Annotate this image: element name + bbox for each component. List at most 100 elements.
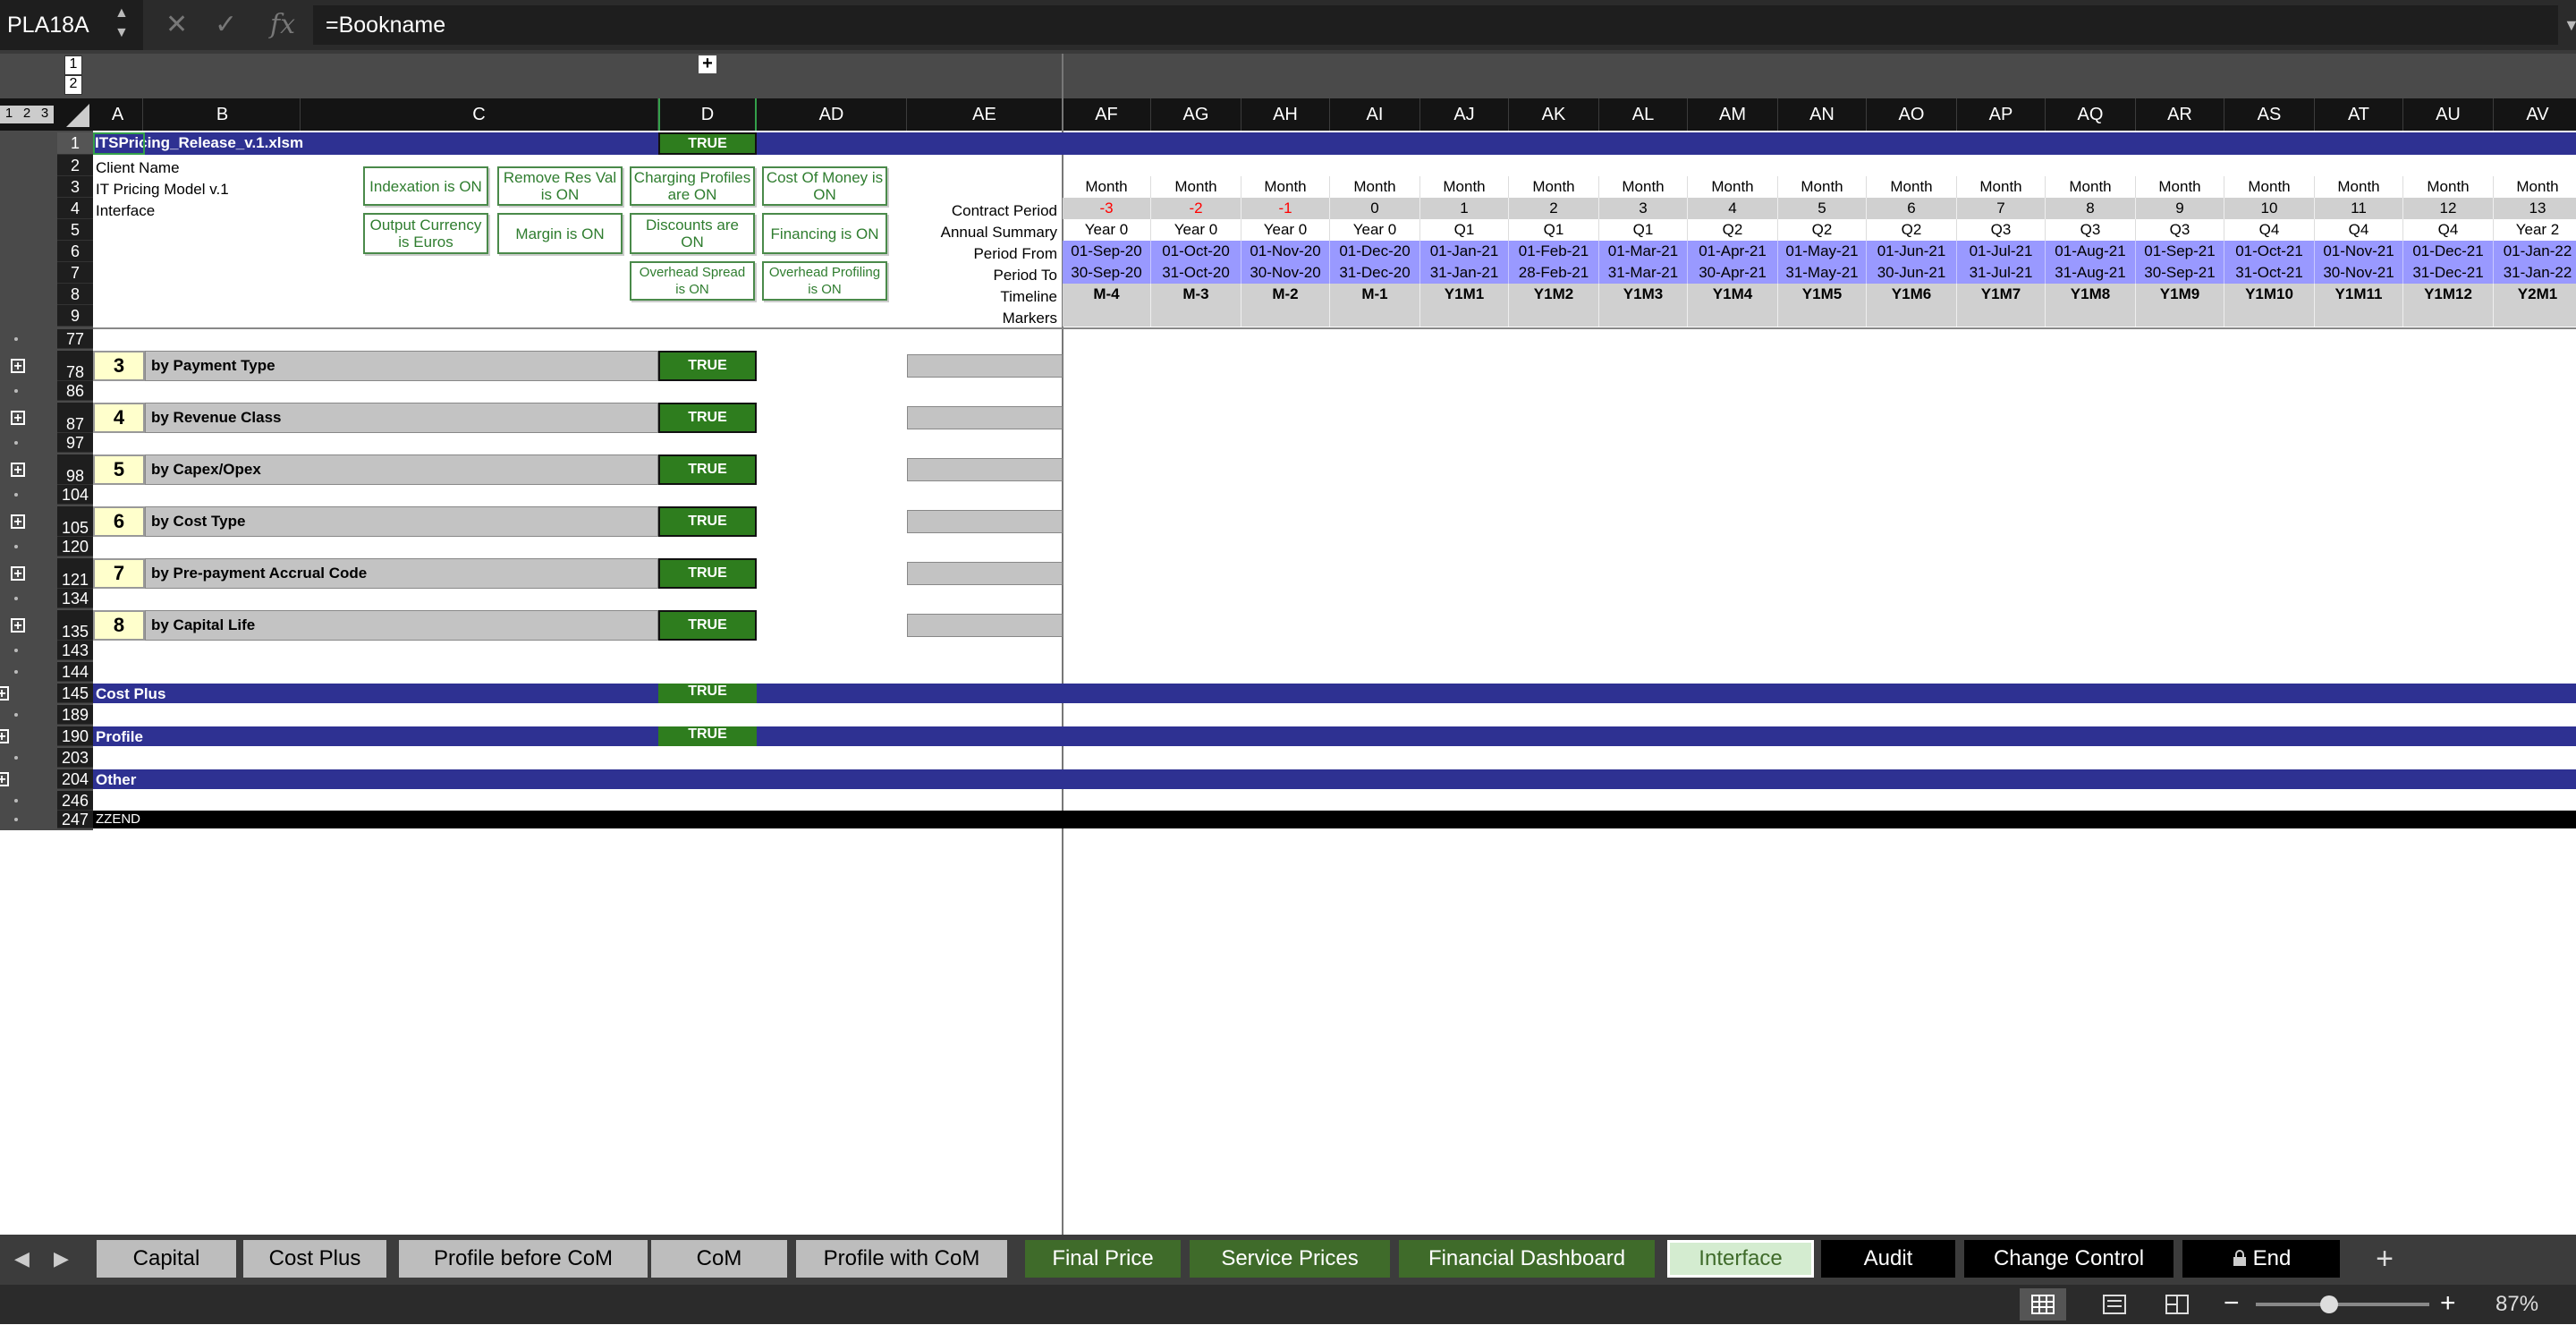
row-header-190[interactable]: 190 <box>57 726 93 746</box>
section-ae-cell[interactable] <box>907 458 1063 481</box>
timeline-cell[interactable]: Y1M5 <box>1778 284 1867 305</box>
section-label-cell[interactable]: by Capex/Opex <box>145 454 658 485</box>
column-header-ae[interactable]: AE <box>907 98 1063 131</box>
sheet-tab-final-price[interactable]: Final Price <box>1025 1240 1181 1278</box>
output-currency-toggle-button[interactable]: Output Currency is Euros <box>363 213 488 254</box>
period-to-cell[interactable]: 30-Sep-21 <box>2136 262 2224 284</box>
sheet-tab-financial-dashboard[interactable]: Financial Dashboard <box>1399 1240 1655 1278</box>
timeline-unit-cell[interactable]: Month <box>1420 176 1509 198</box>
column-header-am[interactable]: AM <box>1688 98 1778 131</box>
period-to-cell[interactable]: 31-Dec-20 <box>1330 262 1420 284</box>
section-ae-cell[interactable] <box>907 562 1063 585</box>
annual-summary-cell[interactable]: Q3 <box>2046 219 2136 241</box>
column-header-ap[interactable]: AP <box>1957 98 2046 131</box>
title-true-cell[interactable]: TRUE <box>658 132 757 155</box>
timeline-unit-cell[interactable]: Month <box>2224 176 2315 198</box>
row-outline-level-3[interactable]: 3 <box>36 106 54 123</box>
column-header-at[interactable]: AT <box>2315 98 2403 131</box>
period-from-cell[interactable]: 01-May-21 <box>1778 241 1867 262</box>
marker-cell[interactable] <box>1957 305 2046 327</box>
zoom-out-button[interactable]: − <box>2224 1288 2240 1319</box>
section-number-cell[interactable]: 3 <box>93 351 145 381</box>
period-to-cell[interactable]: 31-Oct-20 <box>1151 262 1241 284</box>
row-header-121[interactable]: 121 <box>57 558 93 589</box>
expand-group-icon[interactable]: + <box>11 411 25 426</box>
expand-formula-icon[interactable]: ▼ <box>2563 16 2576 35</box>
overhead-profiling-toggle-button[interactable]: Overhead Profiling is ON <box>762 261 887 301</box>
sheet-tab-capital[interactable]: Capital <box>97 1240 236 1278</box>
section-label-cell[interactable]: by Revenue Class <box>145 403 658 433</box>
section-ae-cell[interactable] <box>907 406 1063 429</box>
marker-cell[interactable] <box>1420 305 1509 327</box>
row-header-86[interactable]: 86 <box>57 381 93 401</box>
timeline-unit-cell[interactable]: Month <box>2315 176 2403 198</box>
annual-summary-cell[interactable]: Year 0 <box>1151 219 1241 241</box>
section-label-cell[interactable]: by Cost Type <box>145 506 658 537</box>
remove-res-val-toggle-button[interactable]: Remove Res Val is ON <box>497 166 623 206</box>
charging-profiles-toggle-button[interactable]: Charging Profiles are ON <box>630 166 755 206</box>
period-from-cell[interactable]: 01-Aug-21 <box>2046 241 2136 262</box>
expand-group-icon[interactable]: + <box>11 566 25 582</box>
period-from-cell[interactable]: 01-Oct-21 <box>2224 241 2315 262</box>
page-break-view-button[interactable] <box>2156 1288 2199 1321</box>
section-true-cell[interactable]: TRUE <box>658 610 757 641</box>
column-header-af[interactable]: AF <box>1063 98 1151 131</box>
period-to-label[interactable]: Period To <box>907 267 1057 285</box>
contract-period-cell[interactable]: -1 <box>1241 198 1330 219</box>
timeline-cell[interactable]: M-2 <box>1241 284 1330 305</box>
row-header-9[interactable]: 9 <box>57 305 93 327</box>
section-true-cell[interactable]: TRUE <box>658 506 757 537</box>
timeline-cell[interactable]: Y1M12 <box>2403 284 2494 305</box>
column-header-a[interactable]: A <box>93 98 143 131</box>
column-header-aq[interactable]: AQ <box>2046 98 2136 131</box>
section-number-cell[interactable]: 4 <box>93 403 145 433</box>
sheet-tab-profile-before-com[interactable]: Profile before CoM <box>399 1240 648 1278</box>
section-label-cell[interactable]: by Pre-payment Accrual Code <box>145 558 658 589</box>
timeline-cell[interactable]: M-3 <box>1151 284 1241 305</box>
row-header-78[interactable]: 78 <box>57 351 93 381</box>
period-to-cell[interactable]: 30-Apr-21 <box>1688 262 1778 284</box>
sheet-tab-interface[interactable]: Interface <box>1667 1240 1814 1278</box>
profile-label[interactable]: Profile <box>96 728 143 746</box>
sheet-tab-end[interactable]: End <box>2182 1240 2340 1278</box>
timeline-cell[interactable]: M-1 <box>1330 284 1420 305</box>
row-header-145[interactable]: 145 <box>57 684 93 703</box>
expand-group-icon[interactable]: + <box>11 359 25 374</box>
period-from-label[interactable]: Period From <box>907 245 1057 263</box>
period-to-cell[interactable]: 31-Aug-21 <box>2046 262 2136 284</box>
select-all-corner[interactable] <box>57 98 93 131</box>
tab-scroll-left-icon[interactable]: ◀ <box>14 1247 30 1270</box>
marker-cell[interactable] <box>2046 305 2136 327</box>
contract-period-cell[interactable]: 4 <box>1688 198 1778 219</box>
row-header-143[interactable]: 143 <box>57 641 93 660</box>
contract-period-cell[interactable]: 11 <box>2315 198 2403 219</box>
timeline-unit-cell[interactable]: Month <box>1867 176 1957 198</box>
cost-of-money-toggle-button[interactable]: Cost Of Money is ON <box>762 166 887 206</box>
section-number-cell[interactable]: 6 <box>93 506 145 537</box>
annual-summary-cell[interactable]: Q1 <box>1420 219 1509 241</box>
column-header-d[interactable]: D <box>658 98 757 131</box>
financing-toggle-button[interactable]: Financing is ON <box>762 213 887 254</box>
contract-period-cell[interactable]: 3 <box>1599 198 1688 219</box>
timeline-cell[interactable]: Y1M4 <box>1688 284 1778 305</box>
expand-group-icon[interactable]: + <box>0 729 9 744</box>
row-header-6[interactable]: 6 <box>57 241 93 262</box>
sheet-tab-profile-with-com[interactable]: Profile with CoM <box>796 1240 1007 1278</box>
row-header-144[interactable]: 144 <box>57 662 93 682</box>
row-header-3[interactable]: 3 <box>57 176 93 198</box>
expand-group-icon[interactable]: + <box>0 772 9 787</box>
fx-icon[interactable]: fx <box>270 0 295 50</box>
period-to-cell[interactable]: 30-Jun-21 <box>1867 262 1957 284</box>
column-header-ar[interactable]: AR <box>2136 98 2224 131</box>
annual-summary-cell[interactable]: Q4 <box>2315 219 2403 241</box>
period-from-cell[interactable]: 01-Jun-21 <box>1867 241 1957 262</box>
section-label-cell[interactable]: by Payment Type <box>145 351 658 381</box>
cancel-icon[interactable]: ✕ <box>165 0 188 50</box>
section-true-cell[interactable]: TRUE <box>658 351 757 381</box>
contract-period-cell[interactable]: 10 <box>2224 198 2315 219</box>
timeline-cell[interactable]: Y1M7 <box>1957 284 2046 305</box>
column-header-aj[interactable]: AJ <box>1420 98 1509 131</box>
column-header-av[interactable]: AV <box>2494 98 2576 131</box>
column-header-b[interactable]: B <box>145 98 301 131</box>
contract-period-label[interactable]: Contract Period <box>907 202 1057 220</box>
